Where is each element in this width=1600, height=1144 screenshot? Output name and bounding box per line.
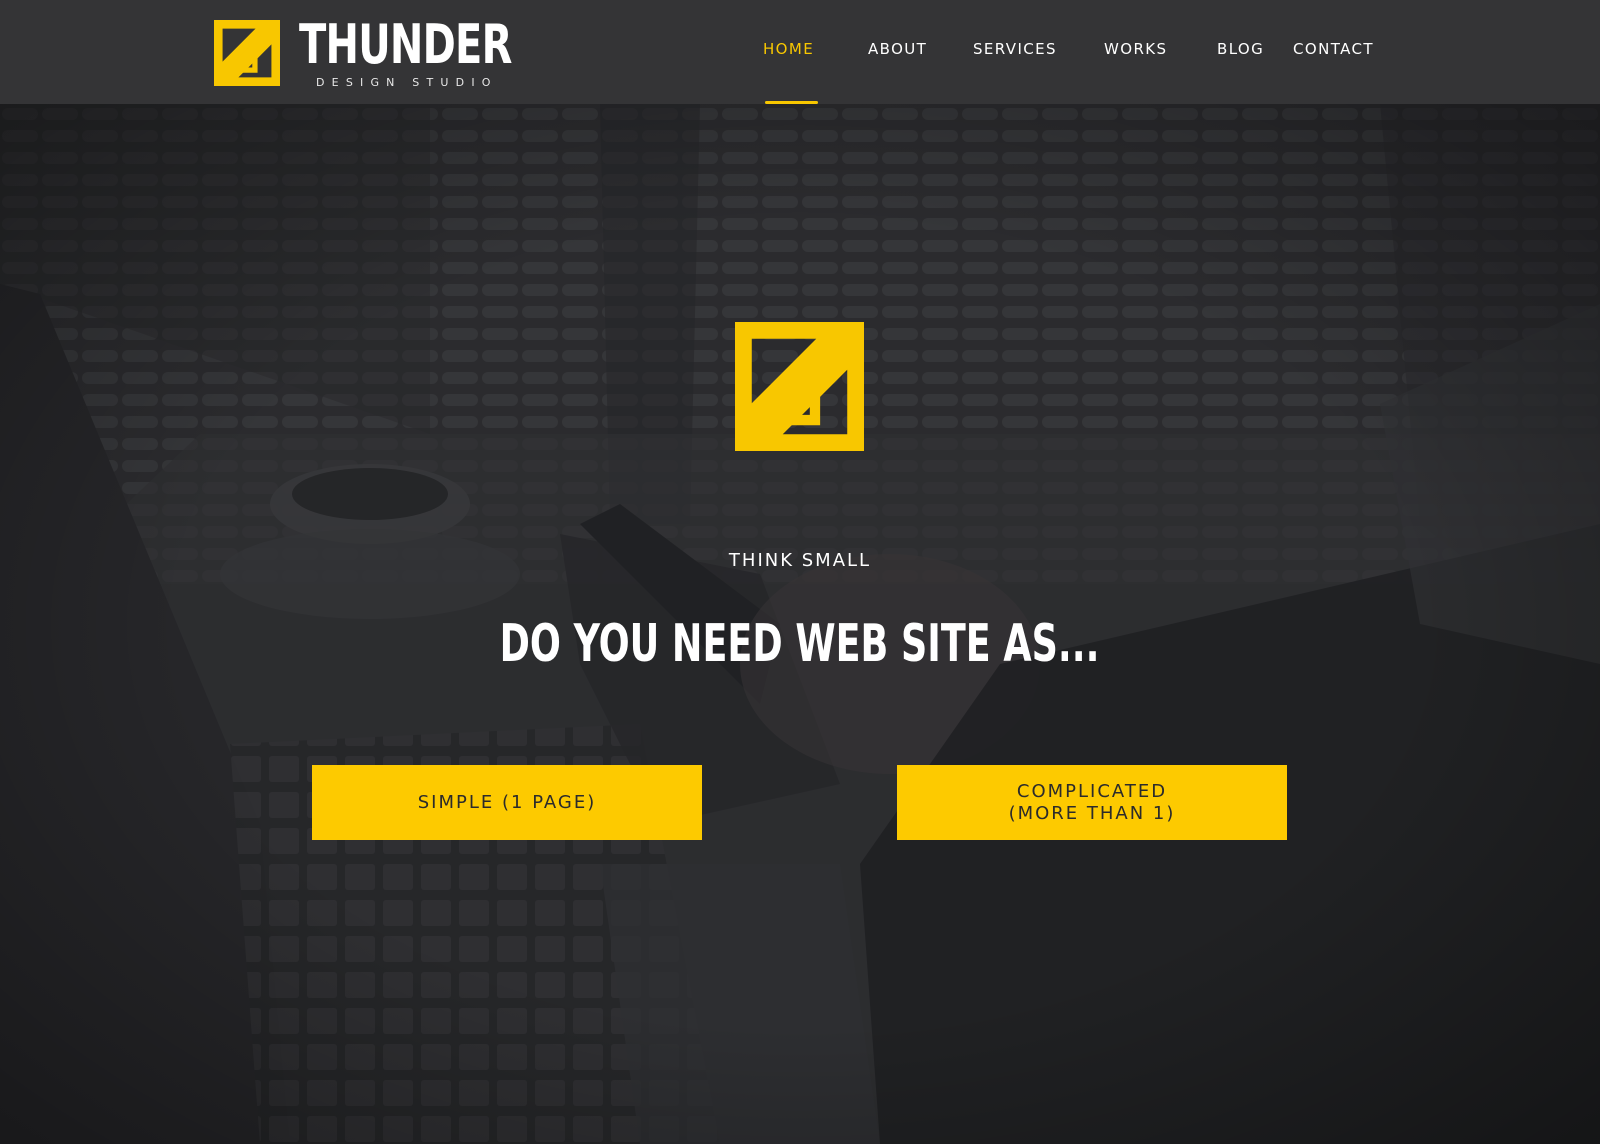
- main-nav: HOME ABOUT SERVICES WORKS BLOG CONTACT: [0, 0, 1600, 104]
- nav-item-home[interactable]: HOME: [763, 40, 814, 58]
- hero-headline-text: DO YOU NEED WEB SITE AS...: [500, 614, 1100, 674]
- top-navbar: THUNDER DESIGN STUDIO HOME ABOUT SERVICE…: [0, 0, 1600, 104]
- hero-headline: DO YOU NEED WEB SITE AS...: [0, 614, 1600, 674]
- nav-item-contact[interactable]: CONTACT: [1293, 40, 1374, 58]
- simple-site-button[interactable]: SIMPLE (1 PAGE): [312, 765, 702, 840]
- complicated-site-button[interactable]: COMPLICATED (MORE THAN 1): [897, 765, 1287, 840]
- nav-item-about[interactable]: ABOUT: [868, 40, 927, 58]
- hero-logo-icon: [735, 322, 864, 451]
- hero-section: THINK SMALL DO YOU NEED WEB SITE AS... S…: [0, 104, 1600, 1144]
- nav-item-blog[interactable]: BLOG: [1217, 40, 1264, 58]
- hero-tagline: THINK SMALL: [728, 550, 872, 571]
- nav-item-works[interactable]: WORKS: [1104, 40, 1167, 58]
- nav-item-services[interactable]: SERVICES: [973, 40, 1057, 58]
- active-nav-indicator: [765, 101, 818, 104]
